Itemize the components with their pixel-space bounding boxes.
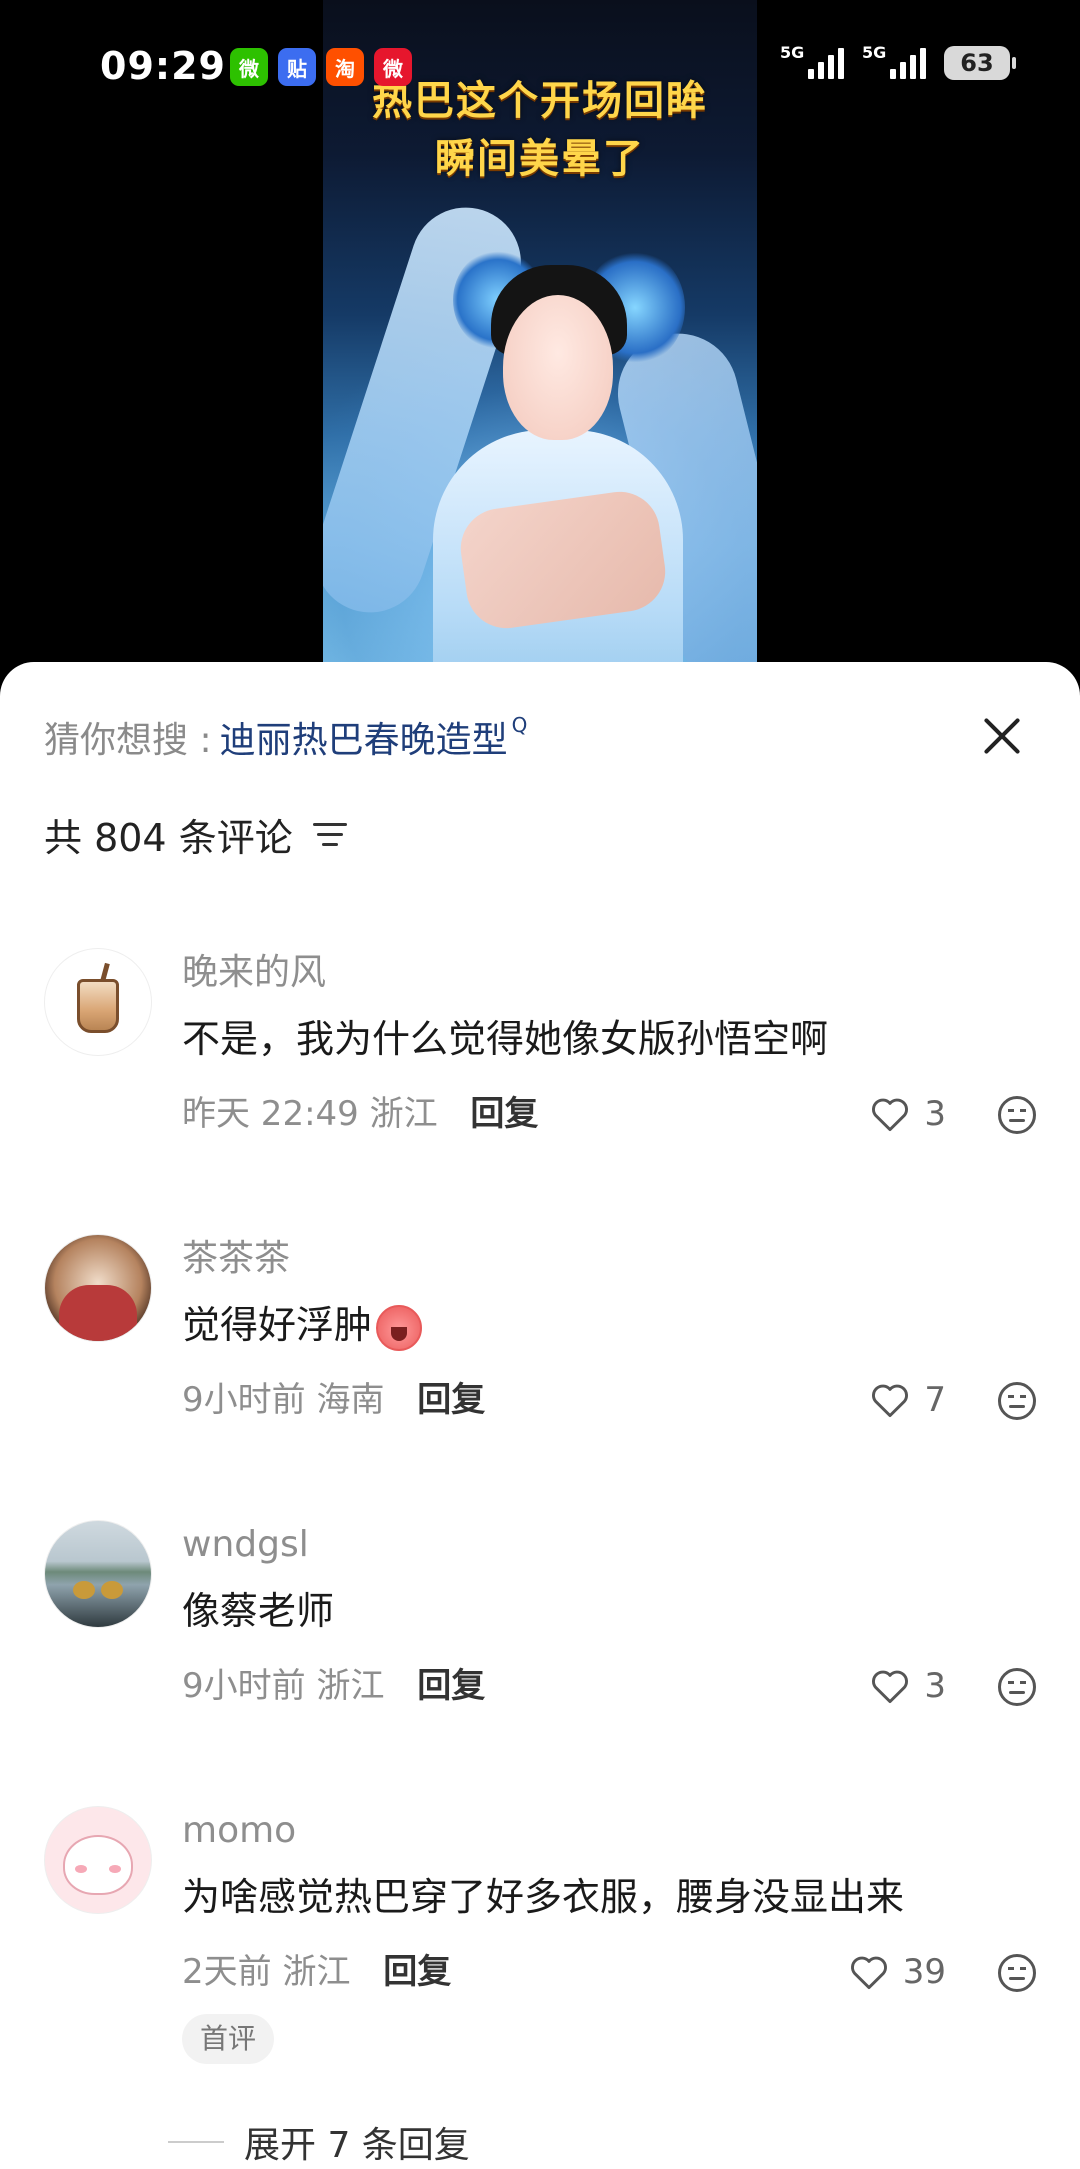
comment-text: 不是，我为什么觉得她像女版孙悟空啊 <box>182 1017 829 1061</box>
reply-button[interactable]: 回复 <box>417 1380 485 1420</box>
comment-text: 为啥感觉热巴穿了好多衣服，腰身没显出来 <box>182 1875 905 1919</box>
notification-icons: 微 贴 淘 微 <box>230 48 412 86</box>
reply-button[interactable]: 回复 <box>470 1094 538 1134</box>
battery-icon: 63 <box>944 46 1016 80</box>
reply-button[interactable]: 回复 <box>417 1666 485 1706</box>
wechat-icon: 微 <box>230 48 268 86</box>
user-avatar[interactable] <box>44 1520 152 1628</box>
comment-meta: 2天前 浙江 回复 39 <box>182 1944 1036 2000</box>
comment-sheet: 猜你想搜 : 迪丽热巴春晚造型 Q 共 804 条评论 晚来的风 不是，我为什么… <box>0 662 1080 2169</box>
dancer-face <box>503 295 613 440</box>
network-type: 5G <box>862 43 887 62</box>
like-button[interactable]: 3 <box>868 1086 946 1142</box>
emoji-reaction-icon[interactable] <box>998 1096 1036 1134</box>
emoji-reaction-icon[interactable] <box>998 1668 1036 1706</box>
signal-icon: 5G <box>862 43 926 79</box>
like-button[interactable]: 7 <box>868 1372 946 1428</box>
comment-text-row: 觉得好浮肿 <box>182 1298 1036 1352</box>
comment-username[interactable]: wndgsl <box>182 1520 1036 1570</box>
reply-button[interactable]: 回复 <box>383 1952 451 1992</box>
status-bar: 09:29 微 贴 淘 微 5G 5G 63 <box>0 0 1080 130</box>
comment-count: 共 804 条评论 <box>44 815 293 860</box>
comment-text: 像蔡老师 <box>182 1589 335 1633</box>
expand-replies-label: 展开 7 条回复 <box>244 2125 470 2166</box>
heart-icon <box>872 1098 909 1132</box>
comment-time-location: 2天前 浙江 <box>182 1952 351 1992</box>
comment-meta: 9小时前 海南 回复 7 <box>182 1372 1036 1428</box>
comment-count-row: 共 804 条评论 <box>44 804 347 864</box>
search-suggestion-link[interactable]: 迪丽热巴春晚造型 <box>220 711 508 763</box>
like-count: 3 <box>924 1094 946 1134</box>
sort-filter-icon[interactable] <box>312 821 347 847</box>
comment-username[interactable]: momo <box>182 1806 1036 1856</box>
expand-divider <box>168 2141 224 2143</box>
comment-username[interactable]: 晚来的风 <box>182 948 1036 998</box>
video-caption-line2: 瞬间美晕了 <box>435 136 645 182</box>
user-avatar[interactable] <box>44 1806 152 1914</box>
network-type: 5G <box>780 43 805 62</box>
comment-meta: 昨天 22:49 浙江 回复 3 <box>182 1086 1036 1142</box>
tieba-icon: 贴 <box>278 48 316 86</box>
comment-time-location: 9小时前 海南 <box>182 1380 385 1420</box>
emoji-reaction-icon[interactable] <box>998 1954 1036 1992</box>
like-button[interactable]: 3 <box>868 1658 946 1714</box>
like-button[interactable]: 39 <box>847 1944 946 2000</box>
heart-icon <box>872 1384 909 1418</box>
heart-icon <box>872 1670 909 1704</box>
taobao-icon: 淘 <box>326 48 364 86</box>
heart-icon <box>850 1956 887 1990</box>
comment-time-location: 昨天 22:49 浙江 <box>182 1094 438 1134</box>
emoji-reaction-icon[interactable] <box>998 1382 1036 1420</box>
search-icon: Q <box>511 713 528 737</box>
comment-time-location: 9小时前 浙江 <box>182 1666 385 1706</box>
first-comment-badge: 首评 <box>182 2014 275 2064</box>
clock: 09:29 <box>100 44 226 88</box>
search-suggestion: 猜你想搜 : 迪丽热巴春晚造型 Q <box>44 702 1036 772</box>
user-avatar[interactable] <box>44 1234 152 1342</box>
crying-emoji-icon <box>376 1304 423 1351</box>
close-icon[interactable] <box>976 710 1028 762</box>
comment-text: 觉得好浮肿 <box>182 1303 373 1347</box>
user-avatar[interactable] <box>44 948 152 1056</box>
like-count: 3 <box>924 1666 946 1706</box>
comment-username[interactable]: 茶茶茶 <box>182 1234 1036 1284</box>
like-count: 7 <box>924 1380 946 1420</box>
expand-replies-button[interactable]: 展开 7 条回复 <box>168 2116 470 2168</box>
system-icons: 5G 5G 63 <box>780 43 1016 80</box>
weibo-icon: 微 <box>374 48 412 86</box>
search-suggestion-label: 猜你想搜 : <box>44 720 212 761</box>
like-count: 39 <box>902 1952 946 1992</box>
comment-meta: 9小时前 浙江 回复 3 <box>182 1658 1036 1714</box>
signal-icon: 5G <box>780 43 844 79</box>
